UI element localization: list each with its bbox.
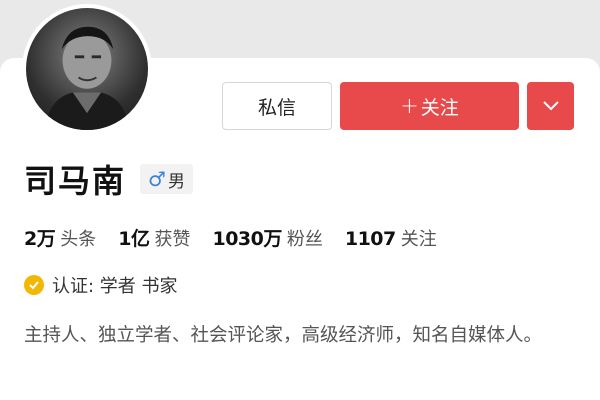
stat-value: 1107	[344, 228, 396, 250]
gender-label: 男	[167, 171, 185, 192]
stat-label: 获赞	[154, 229, 191, 250]
avatar[interactable]	[22, 4, 152, 134]
verified-badge-icon	[24, 275, 44, 295]
stat-label: 粉丝	[286, 229, 323, 250]
name-row: 司马南 ♂ 男	[24, 156, 193, 202]
plus-icon: +	[400, 93, 419, 119]
stat-posts[interactable]: 2万 头条	[24, 224, 96, 251]
avatar-photo	[44, 26, 130, 130]
message-button-label: 私信	[257, 96, 296, 119]
follow-button-label: 关注	[420, 96, 459, 119]
stat-value: 1亿	[118, 228, 150, 250]
more-options-button[interactable]	[527, 82, 574, 130]
message-button[interactable]: 私信	[222, 82, 332, 130]
stat-label: 头条	[60, 229, 97, 250]
stat-label: 关注	[400, 229, 437, 250]
male-icon: ♂	[148, 167, 166, 191]
stat-following[interactable]: 1107 关注	[345, 225, 437, 251]
verification-text: 认证: 学者 书家	[52, 276, 178, 297]
chevron-down-icon	[542, 101, 559, 111]
verification-row: 认证: 学者 书家	[24, 272, 178, 298]
follow-button[interactable]: + 关注	[340, 82, 519, 130]
stats-row: 2万 头条 1亿 获赞 1030万 粉丝 1107 关注	[24, 224, 459, 251]
stat-followers[interactable]: 1030万 粉丝	[212, 224, 322, 251]
profile-bio: 主持人、独立学者、社会评论家，高级经济师，知名自媒体人。	[24, 325, 543, 346]
profile-name: 司马南	[24, 162, 127, 200]
stat-value: 2万	[24, 228, 56, 250]
stat-likes[interactable]: 1亿 获赞	[118, 224, 190, 251]
gender-badge: ♂ 男	[140, 164, 193, 194]
stat-value: 1030万	[212, 228, 282, 250]
